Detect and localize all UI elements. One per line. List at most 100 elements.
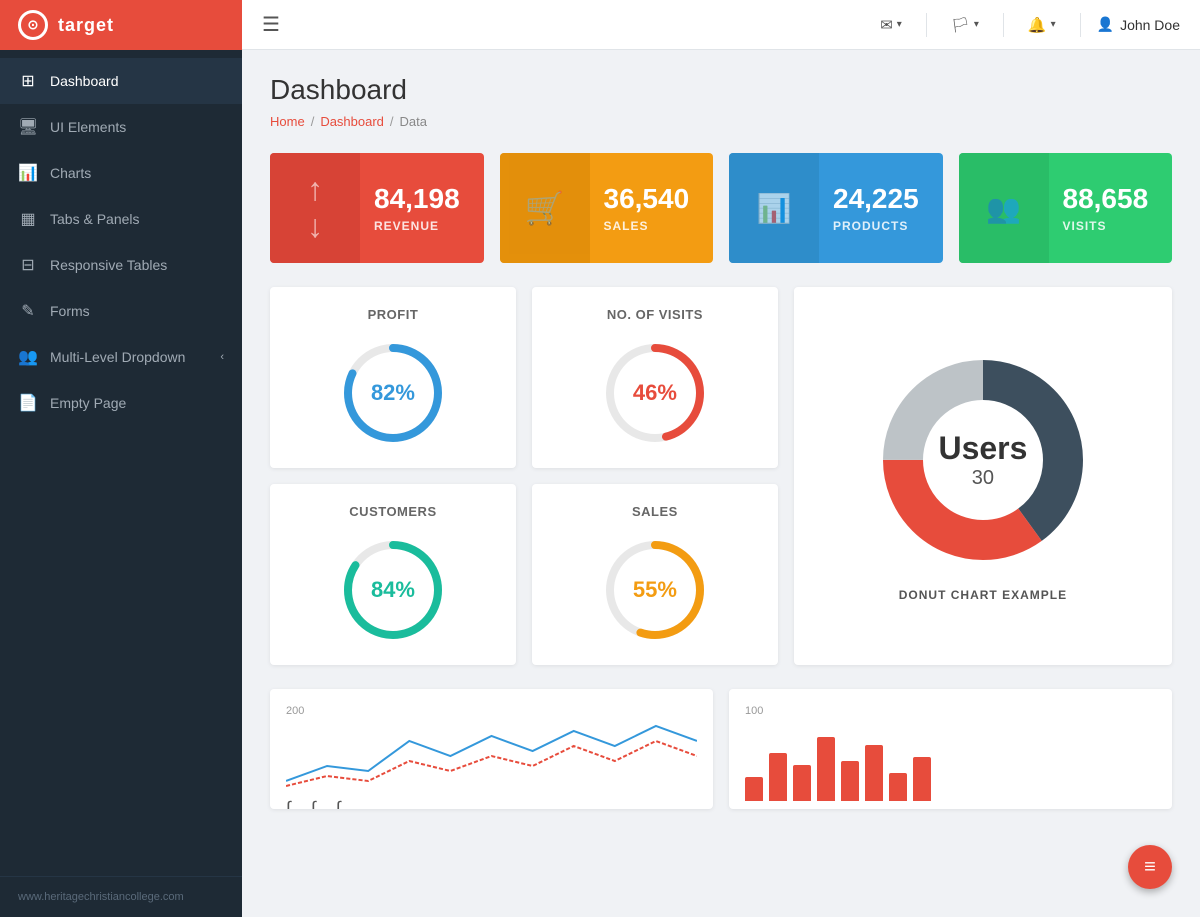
sidebar-item-empty-page[interactable]: 📄 Empty Page: [0, 380, 242, 426]
dashboard-icon: ⊞: [18, 71, 38, 91]
bar-5: [841, 761, 859, 801]
sales-number: 36,540: [604, 183, 690, 215]
mail-icon: ✉: [880, 16, 893, 34]
user-menu-button[interactable]: 👤 John Doe: [1097, 16, 1180, 33]
chevron-left-icon: ‹: [220, 351, 224, 363]
forms-icon: ✎: [18, 301, 38, 321]
charts-icon: 📊: [18, 163, 38, 183]
chart-icon-2: ∫: [311, 798, 316, 809]
customers-percent: 84%: [371, 577, 415, 603]
bar-3: [793, 765, 811, 801]
sidebar-item-forms[interactable]: ✎ Forms: [0, 288, 242, 334]
visits-info: 88,658 VISITS: [1049, 153, 1173, 263]
stat-card-products: 📊 24,225 PRODUCTS: [729, 153, 943, 263]
bell-arrow: ▾: [1051, 19, 1056, 30]
donut-chart: Users 30: [873, 350, 1093, 570]
breadcrumb-dashboard[interactable]: Dashboard: [320, 114, 384, 129]
sales-icon: 🛒: [525, 189, 565, 227]
circle-profit: 82%: [338, 338, 448, 448]
sidebar-item-ui-elements[interactable]: 🖥 UI Elements: [0, 104, 242, 150]
bar-2: [769, 753, 787, 801]
chart-icon-3: ∫: [336, 798, 341, 809]
sidebar-logo: ⊙ target: [0, 0, 242, 50]
topbar: ☰ ✉ ▾ 🏳 ▾ 🔔 ▾ 👤 John Doe: [242, 0, 1200, 50]
breadcrumb-home[interactable]: Home: [270, 114, 305, 129]
bar-chart-card: 100: [729, 689, 1172, 809]
bar-4: [817, 737, 835, 801]
bar-6: [865, 745, 883, 801]
bell-icon: 🔔: [1028, 16, 1047, 34]
revenue-number: 84,198: [374, 183, 460, 215]
circle-customers: 84%: [338, 535, 448, 645]
flag-button[interactable]: 🏳 ▾: [943, 12, 987, 38]
products-info: 24,225 PRODUCTS: [819, 153, 943, 263]
flag-icon: 🏳: [951, 16, 970, 34]
profit-percent: 82%: [371, 380, 415, 406]
fab-button[interactable]: ≡: [1128, 845, 1172, 889]
products-number: 24,225: [833, 183, 919, 215]
sidebar-label-dashboard: Dashboard: [50, 73, 224, 89]
widget-visits-title: NO. OF VISITS: [607, 307, 703, 322]
widget-sales-circle: SALES 55%: [532, 484, 778, 665]
hamburger-button[interactable]: ☰: [262, 12, 280, 37]
widget-profit-title: PROFIT: [368, 307, 419, 322]
bell-button[interactable]: 🔔 ▾: [1020, 12, 1064, 38]
sales-info: 36,540 SALES: [590, 153, 714, 263]
divider-2: [1003, 13, 1004, 37]
page-title: Dashboard: [270, 74, 1172, 106]
sidebar-label-charts: Charts: [50, 165, 224, 181]
bar-7: [889, 773, 907, 801]
donut-center-label: Users 30: [938, 430, 1027, 490]
revenue-label: REVENUE: [374, 219, 439, 233]
sales-icon-area: 🛒: [500, 153, 590, 263]
divider-1: [926, 13, 927, 37]
flag-arrow: ▾: [974, 19, 979, 30]
sidebar-item-responsive-tables[interactable]: ⊟ Responsive Tables: [0, 242, 242, 288]
mail-arrow: ▾: [897, 19, 902, 30]
sidebar-label-empty: Empty Page: [50, 395, 224, 411]
sidebar-footer: www.heritagechristiancollege.com: [0, 876, 242, 917]
widget-profit: PROFIT 82%: [270, 287, 516, 468]
stat-cards: ↑↓ 84,198 REVENUE 🛒 36,540 SALES 📊: [270, 153, 1172, 263]
sidebar-item-tabs-panels[interactable]: ▦ Tabs & Panels: [0, 196, 242, 242]
sidebar-item-charts[interactable]: 📊 Charts: [0, 150, 242, 196]
divider-3: [1080, 13, 1081, 37]
sidebar-label-ui: UI Elements: [50, 119, 224, 135]
visits-percent: 46%: [633, 380, 677, 406]
visits-icon-area: 👥: [959, 153, 1049, 263]
line-chart-y-label: 200: [286, 705, 697, 717]
ui-elements-icon: 🖥: [18, 117, 38, 137]
mail-button[interactable]: ✉ ▾: [872, 12, 910, 38]
main-content: ☰ ✉ ▾ 🏳 ▾ 🔔 ▾ 👤 John Doe Dashboard Home …: [242, 0, 1200, 917]
tabs-icon: ▦: [18, 209, 38, 229]
chart-icon-1: ∫: [286, 798, 291, 809]
breadcrumb: Home / Dashboard / Data: [270, 114, 1172, 129]
circle-visits: 46%: [600, 338, 710, 448]
sidebar-item-multi-level[interactable]: 👥 Multi-Level Dropdown ‹: [0, 334, 242, 380]
tables-icon: ⊟: [18, 255, 38, 275]
products-icon: 📊: [757, 192, 792, 225]
stat-card-sales: 🛒 36,540 SALES: [500, 153, 714, 263]
user-icon: 👤: [1097, 16, 1114, 33]
widget-customers: CUSTOMERS 84%: [270, 484, 516, 665]
logo-icon: ⊙: [18, 10, 48, 40]
app-name: target: [58, 15, 114, 36]
visits-number: 88,658: [1063, 183, 1149, 215]
bottom-charts: 200 ∫ ∫ ∫ 100: [270, 689, 1172, 809]
revenue-icon-area: ↑↓: [270, 153, 360, 263]
line-chart-svg: [286, 721, 697, 791]
sidebar-item-dashboard[interactable]: ⊞ Dashboard: [0, 58, 242, 104]
footer-text: www.heritagechristiancollege.com: [18, 891, 184, 903]
sales-percent: 55%: [633, 577, 677, 603]
breadcrumb-data: Data: [400, 114, 427, 129]
fab-icon: ≡: [1144, 856, 1156, 879]
multi-level-icon: 👥: [18, 347, 38, 367]
revenue-icon: ↑↓: [307, 171, 323, 245]
sidebar-label-multi: Multi-Level Dropdown: [50, 349, 208, 365]
visits-label: VISITS: [1063, 219, 1107, 233]
widget-sales-title: SALES: [632, 504, 678, 519]
sales-label: SALES: [604, 219, 649, 233]
circle-sales: 55%: [600, 535, 710, 645]
sidebar: ⊙ target ⊞ Dashboard 🖥 UI Elements 📊 Cha…: [0, 0, 242, 917]
stat-card-revenue: ↑↓ 84,198 REVENUE: [270, 153, 484, 263]
